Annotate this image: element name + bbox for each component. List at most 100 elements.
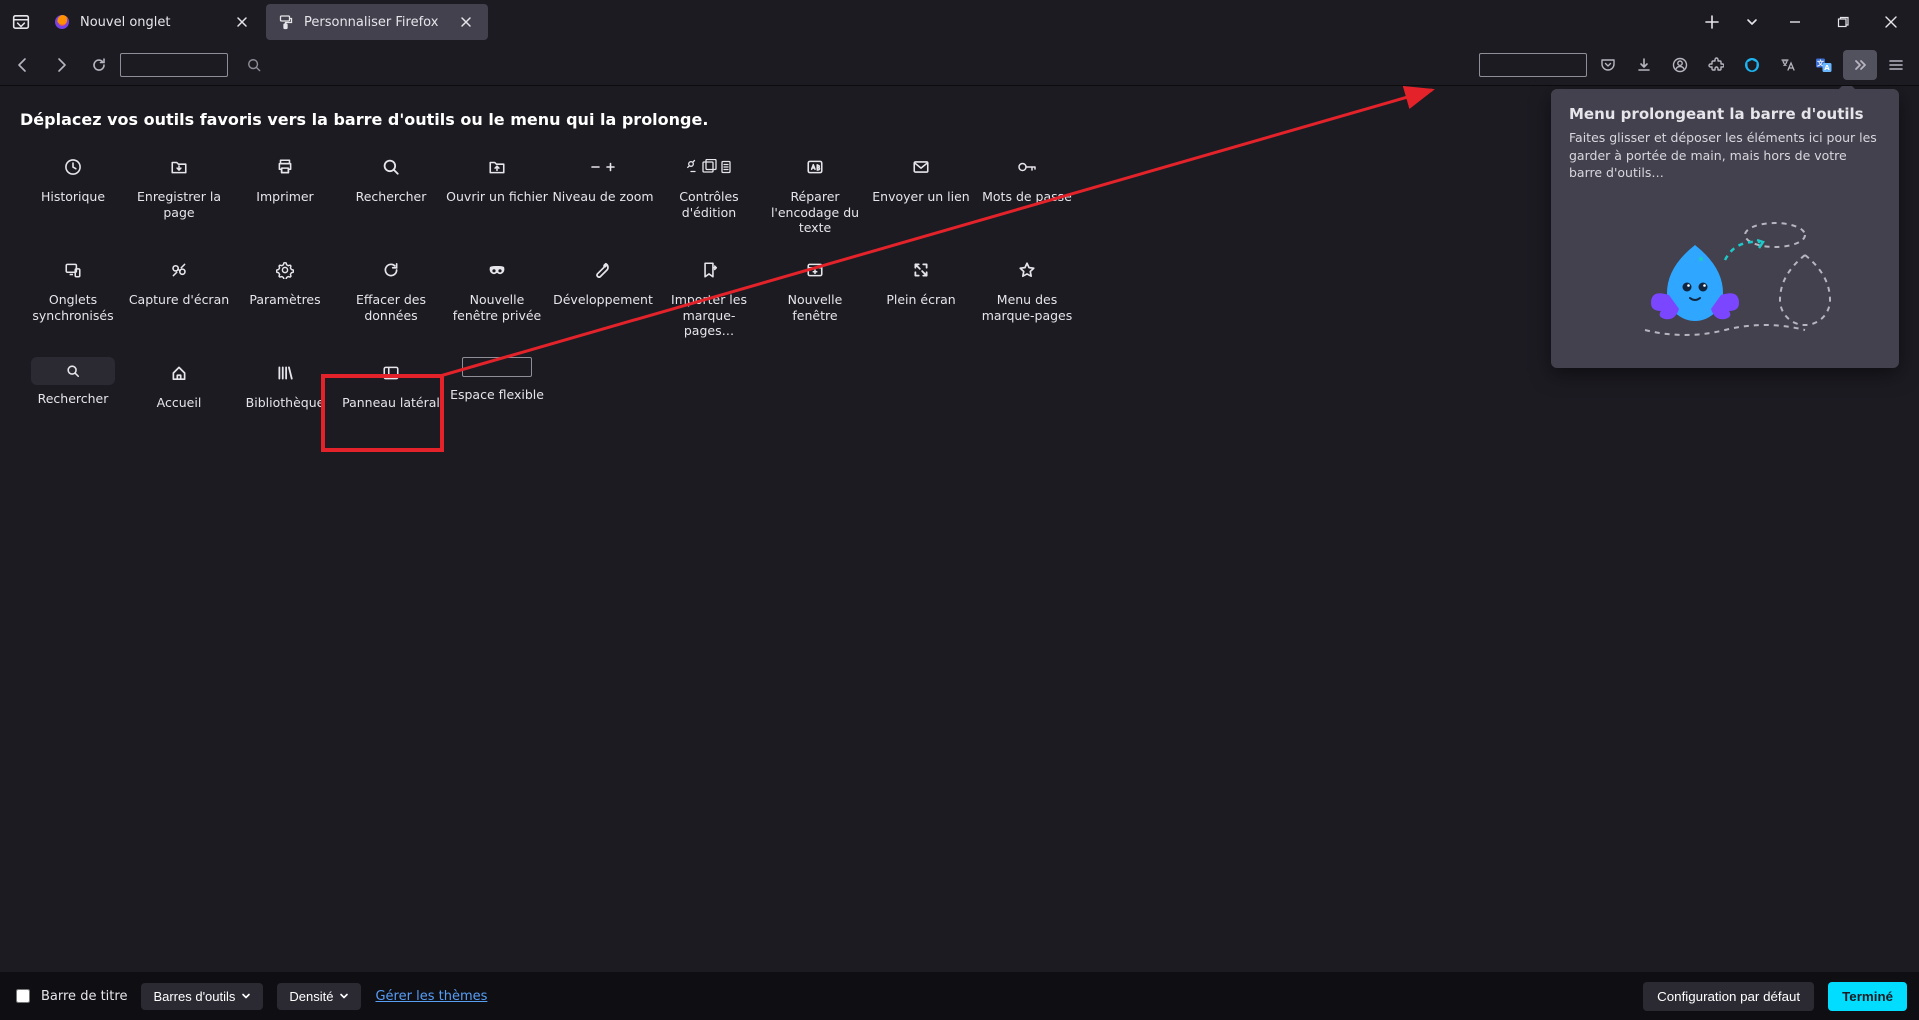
tool-synced-tabs[interactable]: Onglets synchronisés — [20, 250, 126, 343]
nav-flex-space-right[interactable] — [1479, 53, 1587, 77]
density-menu-label: Densité — [289, 989, 333, 1004]
tool-new-window-label: Nouvelle fenêtre — [764, 292, 866, 324]
paint-icon — [278, 14, 294, 30]
adblock-button[interactable] — [1735, 50, 1769, 80]
tool-print-label: Imprimer — [256, 189, 313, 221]
firefox-icon — [54, 14, 70, 30]
tool-library-label: Bibliothèque — [246, 395, 325, 427]
tool-history[interactable]: Historique — [20, 147, 126, 240]
tool-import-bookmarks-label: Importer les marque-pages… — [658, 292, 760, 339]
default-config-button[interactable]: Configuration par défaut — [1643, 982, 1814, 1011]
back-button[interactable] — [6, 50, 40, 80]
tool-zoom[interactable]: Niveau de zoom — [550, 147, 656, 240]
translate-ext-icon — [1780, 57, 1796, 73]
tab-new[interactable]: Nouvel onglet — [42, 4, 264, 40]
chevron-double-right-icon — [1853, 58, 1867, 72]
download-icon — [1636, 57, 1652, 73]
tool-home-label: Accueil — [157, 395, 202, 427]
overflow-button[interactable] — [1843, 50, 1877, 80]
tool-new-window[interactable]: Nouvelle fenêtre — [762, 250, 868, 343]
star-icon — [1018, 261, 1036, 279]
tool-text-encoding-label: Réparer l'encodage du texte — [764, 189, 866, 236]
tool-search[interactable]: Rechercher — [338, 147, 444, 240]
account-icon — [1672, 57, 1688, 73]
library-icon — [276, 364, 294, 382]
done-button[interactable]: Terminé — [1828, 982, 1907, 1011]
tool-settings-label: Paramètres — [249, 292, 320, 324]
manage-themes-link[interactable]: Gérer les thèmes — [375, 989, 487, 1004]
tool-passwords-label: Mots de passe — [982, 189, 1072, 221]
svg-text:A: A — [1824, 63, 1830, 71]
screenshot-icon — [170, 261, 188, 279]
tool-import-bookmarks[interactable]: Importer les marque-pages… — [656, 250, 762, 343]
tool-openfile[interactable]: Ouvrir un fichier — [444, 147, 550, 240]
tool-openfile-label: Ouvrir un fichier — [446, 189, 548, 221]
tool-send-link[interactable]: Envoyer un lien — [868, 147, 974, 240]
tab-customize[interactable]: Personnaliser Firefox — [266, 4, 488, 40]
forward-button[interactable] — [44, 50, 78, 80]
window-maximize-button[interactable] — [1821, 4, 1865, 40]
extensions-button[interactable] — [1699, 50, 1733, 80]
chevron-down-icon — [241, 991, 251, 1001]
overflow-panel-desc: Faites glisser et déposer les éléments i… — [1569, 129, 1881, 182]
translate-page-icon: 文 A — [1815, 56, 1833, 74]
pocket-button[interactable] — [1591, 50, 1625, 80]
tool-edit-controls[interactable]: Contrôles d'édition — [656, 147, 762, 240]
tool-edit-controls-label: Contrôles d'édition — [658, 189, 760, 221]
forward-icon — [53, 57, 69, 73]
tool-home[interactable]: Accueil — [126, 353, 232, 431]
overflow-illustration — [1569, 200, 1881, 350]
tool-settings[interactable]: Paramètres — [232, 250, 338, 343]
tool-bookmarks-menu-label: Menu des marque-pages — [976, 292, 1078, 324]
tool-passwords[interactable]: Mots de passe — [974, 147, 1080, 240]
tool-fullscreen[interactable]: Plein écran — [868, 250, 974, 343]
chevron-down-icon — [339, 991, 349, 1001]
tool-sidebar[interactable]: Panneau latéral — [338, 353, 444, 431]
downloads-button[interactable] — [1627, 50, 1661, 80]
tool-savepage[interactable]: Enregistrer la page — [126, 147, 232, 240]
minimize-icon — [1789, 16, 1801, 28]
home-icon — [170, 364, 188, 382]
list-tabs-button[interactable] — [2, 4, 40, 40]
window-minimize-button[interactable] — [1773, 4, 1817, 40]
reload-button[interactable] — [82, 50, 116, 80]
tool-search2[interactable]: Rechercher — [20, 353, 126, 431]
tab-new-label: Nouvel onglet — [80, 15, 171, 30]
window-controls — [1773, 4, 1917, 40]
fullscreen-icon — [912, 261, 930, 279]
toolbars-menu-button[interactable]: Barres d'outils — [141, 983, 263, 1010]
tool-bookmarks-menu[interactable]: Menu des marque-pages — [974, 250, 1080, 343]
tool-dev[interactable]: Développement — [550, 250, 656, 343]
gear-icon — [276, 261, 294, 279]
search-icon — [66, 364, 80, 378]
close-tab-new-button[interactable] — [232, 12, 252, 32]
close-tab-customize-button[interactable] — [456, 12, 476, 32]
tool-text-encoding[interactable]: Réparer l'encodage du texte — [762, 147, 868, 240]
import-bookmarks-icon — [700, 261, 718, 279]
translate-page-button[interactable]: 文 A — [1807, 50, 1841, 80]
url-bar[interactable] — [238, 50, 1469, 80]
app-menu-button[interactable] — [1879, 50, 1913, 80]
window-close-button[interactable] — [1869, 4, 1913, 40]
tool-flex-space[interactable]: Espace flexible — [444, 353, 550, 431]
folder-down-icon — [170, 158, 188, 176]
tab-dropdown-button[interactable] — [1733, 4, 1771, 40]
new-tab-button[interactable] — [1693, 4, 1731, 40]
tool-print[interactable]: Imprimer — [232, 147, 338, 240]
tool-screenshot[interactable]: Capture d'écran — [126, 250, 232, 343]
pocket-icon — [1600, 57, 1616, 73]
account-button[interactable] — [1663, 50, 1697, 80]
tool-private-window[interactable]: Nouvelle fenêtre privée — [444, 250, 550, 343]
titlebar-checkbox-input[interactable] — [16, 989, 30, 1003]
density-menu-button[interactable]: Densité — [277, 983, 361, 1010]
tool-private-window-label: Nouvelle fenêtre privée — [446, 292, 548, 324]
tool-library[interactable]: Bibliothèque — [232, 353, 338, 431]
translator-ext-button[interactable] — [1771, 50, 1805, 80]
tool-clear-data[interactable]: Effacer des données — [338, 250, 444, 343]
key-icon — [1017, 159, 1037, 175]
back-icon — [15, 57, 31, 73]
nav-flex-space-left[interactable] — [120, 53, 228, 77]
extension-icon — [1708, 57, 1724, 73]
titlebar-checkbox[interactable]: Barre de titre — [12, 986, 127, 1006]
edit-controls-icon — [685, 159, 733, 175]
